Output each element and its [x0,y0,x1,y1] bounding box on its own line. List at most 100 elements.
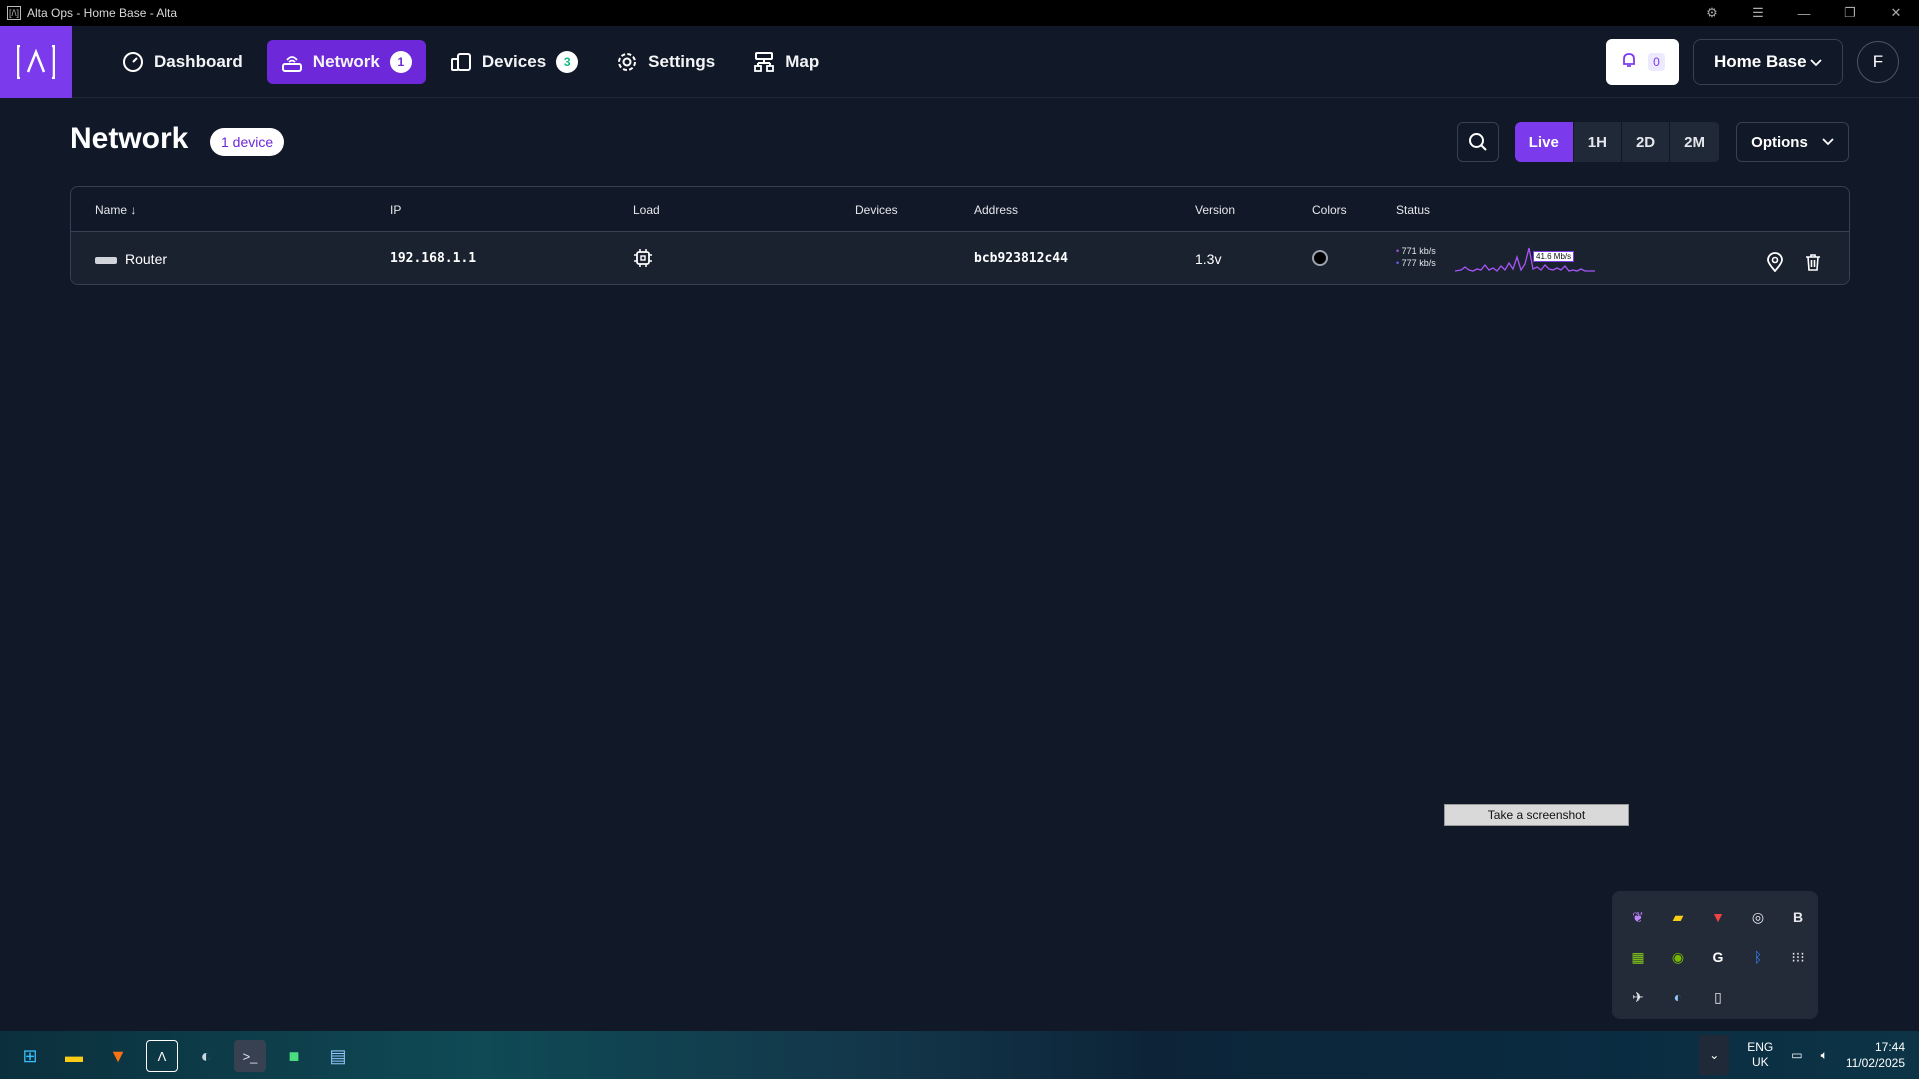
rate-up: 771 kb/s [1401,246,1436,256]
device-count-badge: 1 device [210,128,285,156]
copilot-icon[interactable]: ◎ [1738,897,1778,937]
column-header-version[interactable]: Version [1195,203,1235,217]
nav-devices-label: Devices [481,52,547,71]
clock-time: 17:44 [1874,1040,1905,1054]
g-icon[interactable]: G [1698,937,1738,977]
column-header-devices[interactable]: Devices [855,203,898,217]
chevron-up-icon[interactable]: ⌄ [1699,1035,1730,1075]
range-1h-button[interactable]: 1H [1574,122,1622,162]
column-header-name[interactable]: Name ↓ [95,203,136,217]
row-name-cell: Router [95,251,167,267]
clock[interactable]: 17:44 11/02/2025 [1846,1039,1905,1071]
windows-start-icon[interactable]: ⊞ [14,1040,46,1072]
bell-icon [1620,51,1638,74]
range-2m-button[interactable]: 2M [1670,122,1720,162]
range-live-button[interactable]: Live [1514,122,1574,162]
search-icon [1468,133,1487,151]
row-ip: 192.168.1.1 [390,251,477,266]
column-header-address[interactable]: Address [974,203,1018,217]
range-2d-button[interactable]: 2D [1622,122,1671,162]
site-selector[interactable]: Home Base [1693,39,1843,85]
screenshot-tooltip: Take a screenshot [1444,804,1629,826]
volume-icon[interactable]: 🔈︎ [1821,1048,1828,1063]
page-toolbar: Live 1H 2D 2M Options [1456,122,1849,162]
shield-icon[interactable]: ▼ [1698,897,1738,937]
search-button[interactable] [1456,122,1499,162]
gear-icon [616,51,638,73]
network-table: Name ↓ IP Load Devices Address Version C… [70,186,1850,285]
nav-dashboard[interactable]: Dashboard [108,40,257,84]
taskbar: ⊞ ▬ ▼ Λ ◐ >_ ■ ▤ ⌄ ENG UK ▭ 🔈︎ 17:44 11/… [0,1031,1919,1079]
options-dropdown[interactable]: Options [1736,122,1849,162]
logo[interactable] [0,26,72,98]
row-color-swatch[interactable] [1312,250,1328,266]
nav-settings-label: Settings [648,52,716,71]
grid-icon[interactable]: ▦ [1618,937,1658,977]
devices-count-badge: 3 [556,51,579,73]
table-row[interactable]: Router 192.168.1.1 bcb923812c44 1.3v • 7… [71,232,1849,284]
brave-icon[interactable]: ▼ [102,1040,134,1072]
restore-button[interactable]: ❐ [1827,5,1873,21]
gauge-icon [122,51,144,73]
steam-taskbar-icon[interactable]: ◐ [190,1040,222,1072]
notifications-button[interactable]: 0 [1606,39,1679,85]
avatar[interactable]: F [1857,41,1899,83]
minecraft-icon[interactable]: ■ [278,1040,310,1072]
row-version: 1.3v [1195,251,1222,267]
trash-icon[interactable] [1802,251,1824,273]
bluetooth-icon[interactable]: ᛒ [1738,937,1778,977]
nav-network[interactable]: Network 1 [266,40,426,84]
nvidia-icon[interactable]: ◉ [1658,937,1698,977]
map-icon [753,51,775,73]
close-button[interactable]: ✕ [1873,5,1919,21]
clock-date: 11/02/2025 [1845,1056,1905,1070]
cpu-icon [633,248,653,271]
location-pin-icon[interactable] [1764,251,1786,273]
steam-icon[interactable]: ◐ [1658,977,1698,1017]
b-icon[interactable]: B [1778,897,1818,937]
table-header: Name ↓ IP Load Devices Address Version C… [71,187,1849,232]
logo-icon [17,45,55,79]
nav-dashboard-label: Dashboard [154,52,243,71]
menu-icon[interactable]: ☰ [1735,5,1781,21]
router-icon [281,51,303,73]
app-header: Dashboard Network 1 Devices 3 Settings M… [0,26,1919,98]
feather-icon[interactable]: ❦ [1618,897,1658,937]
tray-overflow-flyout: ❦ ▰ ▼ ◎ B ▦ ◉ G ᛒ ⁝⁝⁝ ✈ ◐ ▯ [1612,891,1818,1019]
row-address: bcb923812c44 [974,251,1068,266]
peak-label: 41.6 Mb/s [1533,251,1575,262]
column-header-status[interactable]: Status [1396,203,1430,217]
site-selector-label: Home Base [1714,52,1807,71]
terminal-icon[interactable]: >_ [234,1040,266,1072]
nav-map[interactable]: Map [739,40,833,84]
nav-network-label: Network [312,52,380,71]
column-header-ip[interactable]: IP [390,203,401,217]
dots-icon[interactable]: ⁝⁝⁝ [1778,937,1818,977]
nav-map-label: Map [785,52,820,71]
column-header-colors[interactable]: Colors [1312,203,1347,217]
plane-icon[interactable]: ✈ [1618,977,1658,1017]
file-explorer-icon[interactable]: ▬ [58,1040,90,1072]
window-title: Alta Ops - Home Base - Alta [27,6,178,20]
time-range-selector: Live 1H 2D 2M [1514,122,1720,162]
extensions-icon[interactable]: ⚙ [1689,5,1735,21]
main-nav: Dashboard Network 1 Devices 3 Settings M… [108,40,833,84]
notepad-icon[interactable]: ▤ [322,1040,354,1072]
minimize-button[interactable]: — [1781,6,1827,21]
app-icon: [/\] [7,6,21,20]
page-title: Network [70,122,189,155]
alta-app-icon[interactable]: Λ [146,1040,178,1072]
ticket-icon[interactable]: ▰ [1658,897,1698,937]
nav-settings[interactable]: Settings [602,40,729,84]
usb-icon[interactable]: ▯ [1698,977,1738,1017]
column-header-load[interactable]: Load [633,203,660,217]
network-status-icon[interactable]: ▭ [1791,1048,1802,1062]
window-titlebar: [/\] Alta Ops - Home Base - Alta ⚙ ☰ — ❐… [0,0,1919,26]
nav-devices[interactable]: Devices 3 [436,40,592,84]
notifications-count: 0 [1648,53,1665,71]
language-indicator[interactable]: ENG UK [1747,1040,1773,1070]
devices-icon [450,51,472,73]
network-count-badge: 1 [389,51,412,73]
options-label: Options [1751,133,1808,151]
rate-down: 777 kb/s [1401,258,1436,268]
